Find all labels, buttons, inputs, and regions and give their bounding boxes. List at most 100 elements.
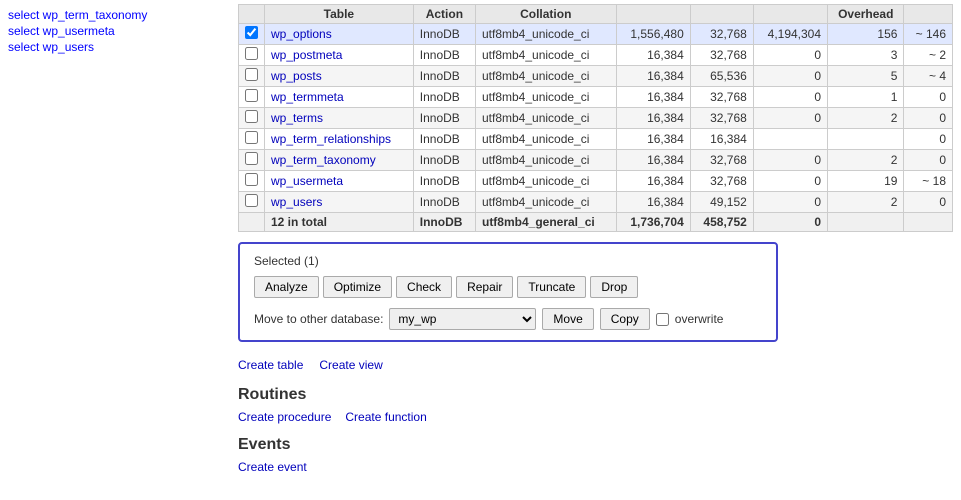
table-collation: utf8mb4_unicode_ci [475,192,616,213]
main-content: TableActionCollationOverheadwp_optionsIn… [230,0,961,500]
analyze-button[interactable]: Analyze [254,276,319,298]
table-row: wp_term_taxonomy InnoDButf8mb4_unicode_ci… [239,150,953,171]
table-row: wp_usersInnoDButf8mb4_unicode_ci16,38449… [239,192,953,213]
table-overhead2: 0 [904,108,953,129]
table-size: 4,194,304 [753,24,827,45]
table-collation: utf8mb4_unicode_ci [475,87,616,108]
create-table-link[interactable]: Create table [238,358,303,372]
database-select[interactable]: my_wpinformation_schemamysqlperformance_… [389,308,536,330]
table-overhead: 5 [828,66,904,87]
create-view-link[interactable]: Create view [319,358,382,372]
table-overhead: 19 [828,171,904,192]
table-name-link[interactable]: wp_termmeta [271,90,344,104]
total-row: 12 in totalInnoDButf8mb4_general_ci1,736… [239,213,953,232]
table-engine: InnoDB [413,192,475,213]
drop-button[interactable]: Drop [590,276,638,298]
table-index-length: 32,768 [690,45,753,66]
events-title: Events [238,436,953,454]
table-index-length: 32,768 [690,24,753,45]
table-row: wp_usermetaInnoDButf8mb4_unicode_ci16,38… [239,171,953,192]
total-label: 12 in total [265,213,414,232]
row-checkbox[interactable] [245,26,258,39]
table-collation: utf8mb4_unicode_ci [475,150,616,171]
selected-legend: Selected (1) [254,254,762,268]
table-name-link[interactable]: wp_users [271,195,322,209]
repair-button[interactable]: Repair [456,276,513,298]
table-size [753,129,827,150]
row-checkbox[interactable] [245,194,258,207]
optimize-button[interactable]: Optimize [323,276,392,298]
total-engine: InnoDB [413,213,475,232]
overwrite-checkbox[interactable] [656,313,669,326]
table-name-link[interactable]: wp_terms [271,111,323,125]
table-row: wp_termmetaInnoDButf8mb4_unicode_ci16,38… [239,87,953,108]
table-size: 0 [753,45,827,66]
sidebar-link[interactable]: select wp_users [8,40,222,54]
row-checkbox[interactable] [245,47,258,60]
sidebar-link[interactable]: select wp_term_taxonomy [8,8,222,22]
table-name-link[interactable]: wp_term_taxonomy [271,153,376,167]
table-data-length: 16,384 [616,66,690,87]
move-row: Move to other database: my_wpinformation… [254,308,762,330]
table-engine: InnoDB [413,129,475,150]
table-overhead: 1 [828,87,904,108]
table-data-length: 16,384 [616,129,690,150]
table-overhead: 2 [828,108,904,129]
row-checkbox[interactable] [245,110,258,123]
create-procedure-link[interactable]: Create procedure [238,410,331,424]
table-name-link[interactable]: wp_term_relationships [271,132,391,146]
create-function-link[interactable]: Create function [345,410,426,424]
table-name-link[interactable]: wp_usermeta [271,174,343,188]
row-checkbox[interactable] [245,173,258,186]
table-overhead2: ~ 18 [904,171,953,192]
sidebar-link[interactable]: select wp_usermeta [8,24,222,38]
check-button[interactable]: Check [396,276,452,298]
move-label: Move to other database: [254,312,383,326]
table-engine: InnoDB [413,87,475,108]
table-size: 0 [753,66,827,87]
table-data-length: 16,384 [616,192,690,213]
table-collation: utf8mb4_unicode_ci [475,66,616,87]
table-overhead2: 0 [904,150,953,171]
table-index-length: 32,768 [690,87,753,108]
row-checkbox[interactable] [245,89,258,102]
table-overhead2: 0 [904,87,953,108]
table-collation: utf8mb4_unicode_ci [475,24,616,45]
table-overhead: 156 [828,24,904,45]
truncate-button[interactable]: Truncate [517,276,586,298]
create-event-link[interactable]: Create event [238,460,307,474]
total-index-length: 458,752 [690,213,753,232]
table-name-link[interactable]: wp_options [271,27,332,41]
row-checkbox[interactable] [245,152,258,165]
table-collation: utf8mb4_unicode_ci [475,45,616,66]
table-overhead: 2 [828,150,904,171]
routines-links: Create procedure Create function [238,410,953,424]
table-row: wp_optionsInnoDButf8mb4_unicode_ci1,556,… [239,24,953,45]
table-row: wp_postmetaInnoDButf8mb4_unicode_ci16,38… [239,45,953,66]
table-header [690,5,753,24]
table-size: 0 [753,192,827,213]
events-links: Create event [238,460,953,474]
row-checkbox[interactable] [245,131,258,144]
table-data-length: 16,384 [616,171,690,192]
copy-button[interactable]: Copy [600,308,650,330]
overwrite-label: overwrite [675,312,724,326]
row-checkbox[interactable] [245,68,258,81]
table-name-link[interactable]: wp_posts [271,69,322,83]
table-overhead2: 0 [904,129,953,150]
table-index-length: 32,768 [690,108,753,129]
table-overhead: 2 [828,192,904,213]
table-data-length: 16,384 [616,150,690,171]
table-collation: utf8mb4_unicode_ci [475,129,616,150]
total-size: 0 [753,213,827,232]
table-name-link[interactable]: wp_postmeta [271,48,342,62]
table-collation: utf8mb4_unicode_ci [475,108,616,129]
table-row: wp_term_relationships InnoDButf8mb4_unico… [239,129,953,150]
move-button[interactable]: Move [542,308,593,330]
table-header: Collation [475,5,616,24]
table-engine: InnoDB [413,150,475,171]
table-size: 0 [753,150,827,171]
table-header: Overhead [828,5,904,24]
table-overhead [828,129,904,150]
table-row: wp_termsInnoDButf8mb4_unicode_ci16,38432… [239,108,953,129]
